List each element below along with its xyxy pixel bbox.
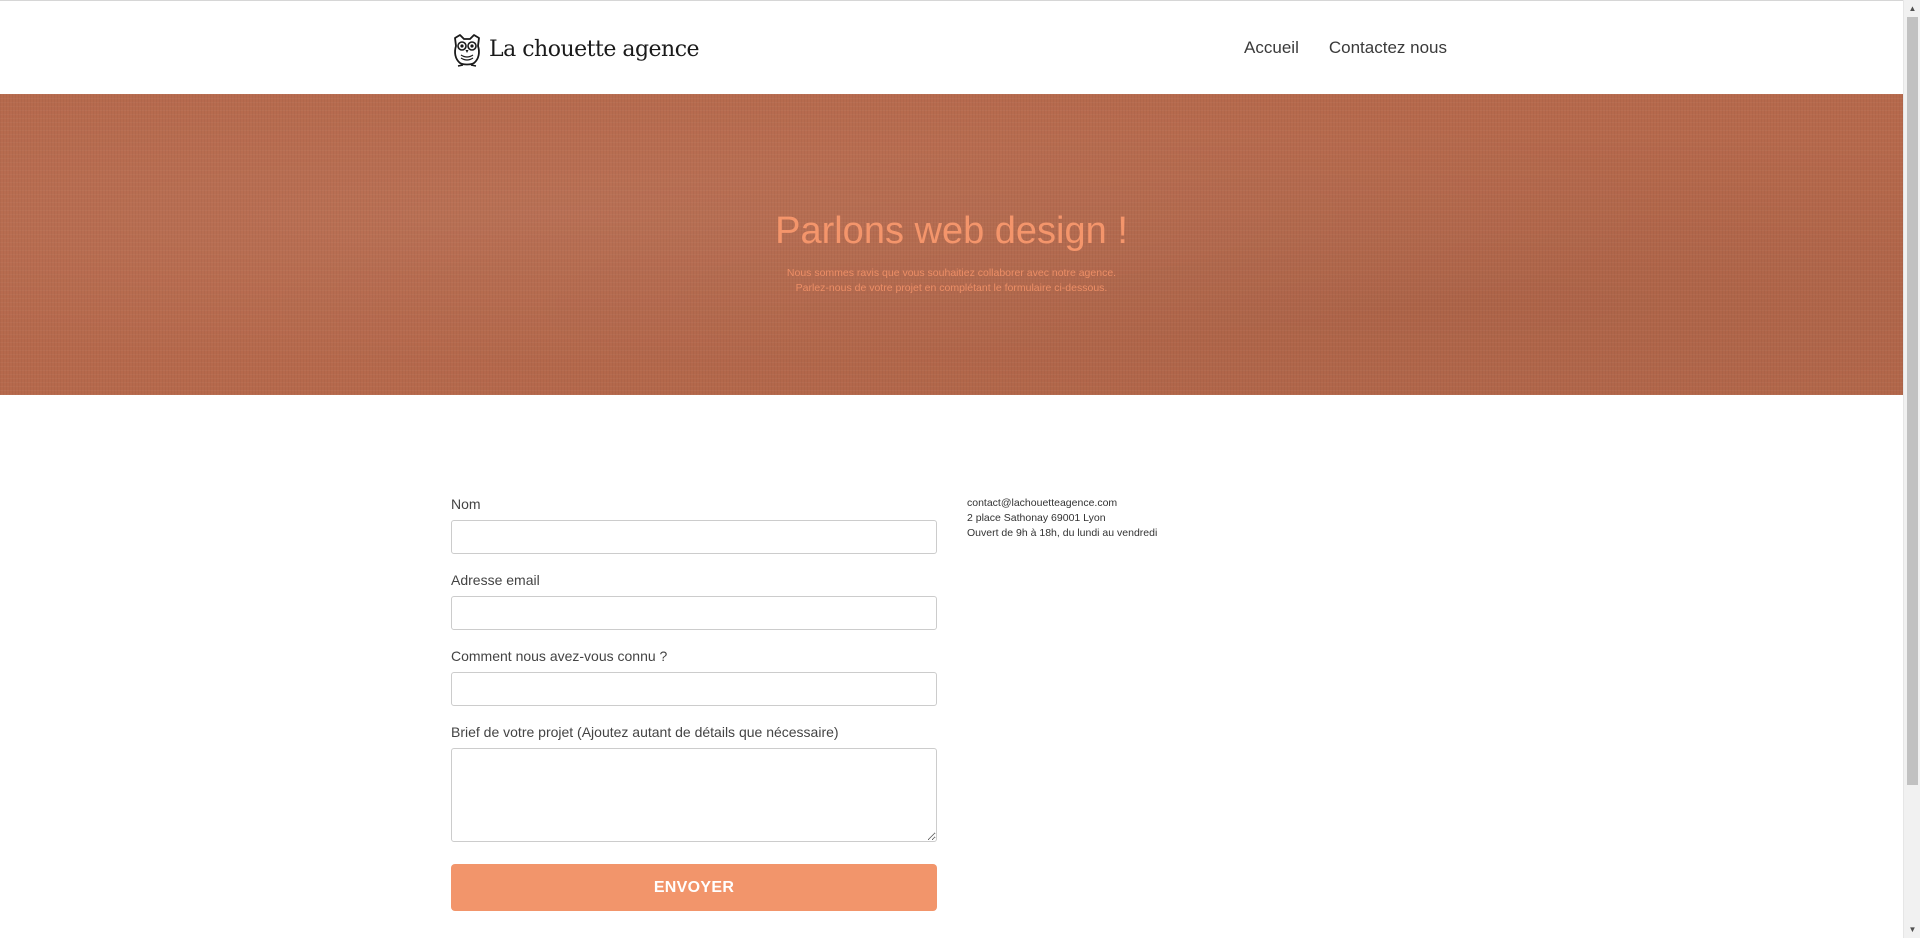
scroll-down-arrow-icon[interactable]: ▼ xyxy=(1904,921,1920,938)
logo-link[interactable]: La chouette agence xyxy=(451,32,700,68)
hero-subtitle: Nous sommes ravis que vous souhaitiez co… xyxy=(0,266,1903,296)
contact-hours: Ouvert de 9h à 18h, du lundi au vendredi xyxy=(967,527,1158,539)
hero-subtitle-line-1: Nous sommes ravis que vous souhaitiez co… xyxy=(786,267,1117,279)
brief-label: Brief de votre projet (Ajoutez autant de… xyxy=(451,724,839,740)
source-input[interactable] xyxy=(451,672,937,706)
contact-form: Nom Adresse email Comment nous avez-vous… xyxy=(451,496,937,911)
source-label: Comment nous avez-vous connu ? xyxy=(451,648,668,664)
email-input[interactable] xyxy=(451,596,937,630)
scrollbar-thumb[interactable] xyxy=(1907,17,1918,785)
owl-icon xyxy=(454,34,480,67)
email-label: Adresse email xyxy=(451,572,540,588)
nav-link-accueil[interactable]: Accueil xyxy=(1244,39,1299,56)
contact-info: contact@lachouetteagence.com 2 place Sat… xyxy=(967,496,1157,541)
vertical-scrollbar[interactable]: ▲ ▼ xyxy=(1903,0,1920,938)
brief-field-group: Brief de votre projet (Ajoutez autant de… xyxy=(451,724,937,842)
name-label: Nom xyxy=(451,496,481,512)
brief-textarea[interactable] xyxy=(451,748,937,842)
source-field-group: Comment nous avez-vous connu ? xyxy=(451,648,937,706)
submit-button[interactable]: ENVOYER xyxy=(451,864,937,911)
page: La chouette agence Accueil Contactez nou… xyxy=(0,0,1920,938)
name-field-group: Nom xyxy=(451,496,937,554)
email-field-group: Adresse email xyxy=(451,572,937,630)
contact-address: 2 place Sathonay 69001 Lyon xyxy=(967,512,1106,524)
contact-email: contact@lachouetteagence.com xyxy=(967,497,1118,509)
hero-title: Parlons web design ! xyxy=(775,210,1128,252)
site-header: La chouette agence Accueil Contactez nou… xyxy=(0,0,1903,94)
scroll-up-arrow-icon[interactable]: ▲ xyxy=(1904,0,1920,17)
logo-text: La chouette agence xyxy=(489,37,700,62)
hero-banner: Parlons web design ! Nous sommes ravis q… xyxy=(0,94,1903,395)
name-input[interactable] xyxy=(451,520,937,554)
nav-link-contactez-nous[interactable]: Contactez nous xyxy=(1329,39,1447,56)
main-nav: Accueil Contactez nous xyxy=(1244,39,1447,56)
hero-subtitle-line-2: Parlez-nous de votre projet en complétan… xyxy=(795,282,1108,294)
